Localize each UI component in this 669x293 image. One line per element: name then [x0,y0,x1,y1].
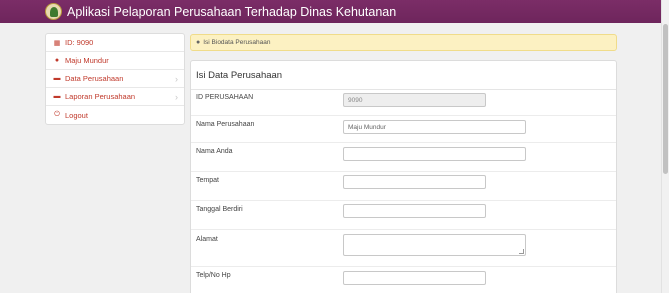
place-input[interactable] [343,175,486,189]
sidebar: ▦ ID: 9090 ● Maju Mundur ▬ Data Perusaha… [45,33,185,125]
founded-date-input[interactable] [343,204,486,218]
your-name-input[interactable] [343,147,526,161]
sidebar-item-label: Laporan Perusahaan [65,92,136,101]
address-textarea[interactable] [343,234,526,256]
field-label-place: Tempat [196,177,219,184]
field-label-id: ID PERUSAHAAN [196,94,254,101]
company-id-field: 9090 [343,93,486,107]
row-divider [191,229,616,230]
top-navbar: Aplikasi Pelaporan Perusahaan Terhadap D… [0,0,669,23]
sidebar-item-label: Data Perusahaan [65,74,124,83]
row-divider [191,200,616,201]
folder-icon: ▬ [53,93,61,100]
sidebar-item-id[interactable]: ▦ ID: 9090 [46,34,184,52]
field-label-your-name: Nama Anda [196,148,233,155]
row-divider [191,142,616,143]
chevron-right-icon: › [175,92,178,102]
row-divider [191,266,616,267]
page-scrollbar[interactable] [661,0,669,293]
company-name-input[interactable]: Maju Mundur [343,120,526,134]
scrollbar-thumb[interactable] [663,24,668,174]
chevron-right-icon: › [175,74,178,84]
field-label-founded-date: Tanggal Berdiri [196,206,243,213]
field-label-phone: Telp/No Hp [196,272,231,279]
sidebar-item-label: ID: 9090 [65,38,94,47]
user-icon: ● [54,57,60,64]
folder-icon: ▬ [53,75,61,82]
resize-grip-icon[interactable] [519,249,524,254]
row-divider [191,115,616,116]
divider [191,89,616,90]
app-title: Aplikasi Pelaporan Perusahaan Terhadap D… [67,4,397,19]
row-divider [191,171,616,172]
id-card-icon: ▦ [53,39,61,47]
sidebar-item-label: Maju Mundur [65,56,109,65]
user-icon: ● [196,39,201,46]
field-label-company-name: Nama Perusahaan [196,121,255,128]
field-label-address: Alamat [196,236,218,243]
power-icon: ⏻ [54,111,60,118]
phone-input[interactable] [343,271,486,285]
alert-text: Isi Biodata Perusahaan [203,39,271,46]
brand[interactable]: Aplikasi Pelaporan Perusahaan Terhadap D… [45,3,396,20]
sidebar-item-logout[interactable]: ⏻ Logout [46,106,184,124]
panel-title: Isi Data Perusahaan [196,70,283,81]
sidebar-item-data-perusahaan[interactable]: ▬ Data Perusahaan › [46,70,184,88]
logo-icon [45,3,62,20]
info-alert: ● Isi Biodata Perusahaan [190,34,617,51]
company-form-panel: Isi Data Perusahaan ID PERUSAHAAN 9090 N… [190,60,617,293]
sidebar-item-laporan-perusahaan[interactable]: ▬ Laporan Perusahaan › [46,88,184,106]
sidebar-item-label: Logout [65,110,88,120]
sidebar-item-profile[interactable]: ● Maju Mundur [46,52,184,70]
